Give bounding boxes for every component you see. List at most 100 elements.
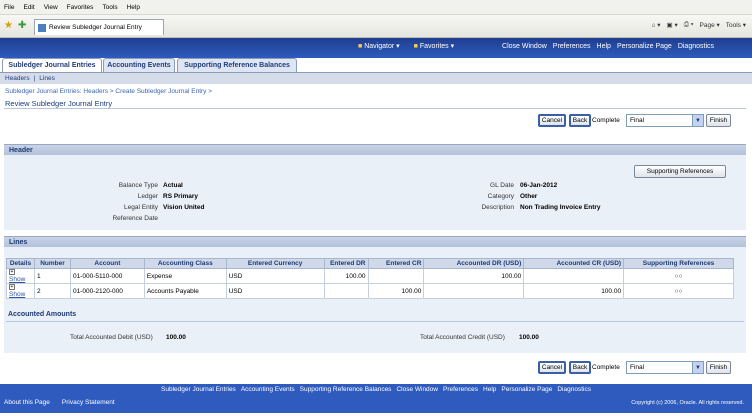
preferences-link[interactable]: Preferences (553, 43, 591, 50)
footer-link-help[interactable]: Help (483, 386, 496, 393)
expand-plus-icon[interactable]: + (9, 269, 15, 276)
footer-link-events[interactable]: Accounting Events (241, 386, 295, 393)
col-accounted-cr: Accounted CR (USD) (523, 258, 625, 269)
details-cell: +Show (6, 268, 35, 284)
footer-links: Subledger Journal Entries Accounting Eve… (0, 384, 752, 394)
breadcrumb[interactable]: Subledger Journal Entries: Headers > Cre… (5, 88, 212, 95)
footer-link-close[interactable]: Close Window (396, 386, 438, 393)
navigator-menu[interactable]: ■ Navigator ▾ (358, 42, 400, 50)
app-header: ■ Navigator ▾ ■ Favorites ▾ Close Window P… (0, 38, 752, 58)
supporting-references-icon[interactable]: ○○ (623, 283, 734, 299)
category-value: Other (520, 193, 538, 200)
footer-strip: About this Page Privacy Statement Copyri… (0, 394, 752, 413)
lines-table: Details Number Account Accounting Class … (6, 258, 734, 299)
line-entered-cr: 100.00 (367, 283, 425, 299)
personalize-page-link[interactable]: Personalize Page (617, 43, 672, 50)
total-credit-value: 100.00 (519, 334, 539, 341)
menu-help[interactable]: Help (127, 4, 140, 11)
supporting-references-icon[interactable]: ○○ (623, 268, 734, 284)
menu-file[interactable]: File (4, 4, 14, 11)
browser-tools: ⌂ ▾ ▣ ▾ ⎙ ▾ Page ▾ Tools ▾ (652, 21, 746, 29)
col-entered-cr: Entered CR (367, 258, 425, 269)
tab-accounting-events[interactable]: Accounting Events (103, 58, 175, 72)
balance-type-label: Balance Type (118, 182, 158, 189)
show-details-link[interactable]: Show (9, 276, 25, 283)
favorites-label: Favorites ▾ (419, 43, 455, 50)
line-currency: USD (225, 268, 325, 284)
col-supporting-references: Supporting References (623, 258, 734, 269)
footer-link-balances[interactable]: Supporting Reference Balances (300, 386, 392, 393)
line-acc-cr (523, 268, 625, 284)
menu-edit[interactable]: Edit (23, 4, 34, 11)
description-label: Description (481, 204, 514, 211)
subtab-lines[interactable]: Lines (39, 75, 55, 82)
subtab-headers[interactable]: Headers (5, 75, 30, 82)
close-window-link[interactable]: Close Window (502, 43, 547, 50)
page-favicon-icon (38, 23, 46, 32)
back-button-top[interactable]: Back (569, 114, 591, 127)
show-details-link[interactable]: Show (9, 291, 25, 298)
expand-plus-icon[interactable]: + (9, 284, 15, 291)
footer-link-diagnostics[interactable]: Diagnostics (557, 386, 591, 393)
print-icon[interactable]: ⎙ ▾ (684, 21, 694, 29)
line-class: Expense (143, 268, 227, 284)
line-entered-cr (367, 268, 425, 284)
browser-toolbar: ★ ✚ Review Subledger Journal Entry ⌂ ▾ ▣… (0, 15, 752, 38)
line-acc-dr (423, 283, 525, 299)
line-acc-dr: 100.00 (423, 268, 525, 284)
footer-link-personalize[interactable]: Personalize Page (501, 386, 552, 393)
reference-date-label: Reference Date (112, 215, 158, 222)
menu-view[interactable]: View (44, 4, 58, 11)
footer-link-subledger[interactable]: Subledger Journal Entries (161, 386, 236, 393)
favorites-menu[interactable]: ■ Favorites ▾ (414, 42, 454, 50)
table-row: +Show 2 01-000-2120-000 Accounts Payable… (6, 283, 734, 299)
home-icon[interactable]: ⌂ ▾ (652, 21, 661, 29)
tabs-row: Subledger Journal Entries Accounting Eve… (0, 58, 752, 72)
supporting-references-button[interactable]: Supporting References (634, 165, 726, 178)
privacy-link[interactable]: Privacy Statement (62, 399, 115, 406)
page-menu[interactable]: Page ▾ (700, 21, 720, 29)
menu-favorites[interactable]: Favorites (67, 4, 94, 11)
help-link[interactable]: Help (597, 43, 611, 50)
cancel-button-top[interactable]: Cancel (538, 114, 566, 127)
footer-left: About this Page Privacy Statement (4, 399, 115, 406)
browser-menubar: File Edit View Favorites Tools Help (0, 0, 752, 15)
cancel-button-bottom[interactable]: Cancel (538, 361, 566, 374)
tab-subledger-journal-entries[interactable]: Subledger Journal Entries (2, 58, 102, 72)
subtabs-row: Headers | Lines (0, 72, 752, 84)
gl-date-value: 06-Jan-2012 (520, 182, 558, 189)
tab-supporting-reference-balances[interactable]: Supporting Reference Balances (177, 58, 297, 72)
complete-select-value-bottom: Final (630, 364, 645, 371)
col-entered-currency: Entered Currency (225, 258, 325, 269)
global-links: Close Window Preferences Help Personaliz… (502, 43, 714, 50)
nav-menus: ■ Navigator ▾ ■ Favorites ▾ (358, 42, 454, 50)
complete-select-top[interactable]: Final ▼ (626, 114, 704, 127)
favorites-star-icon[interactable]: ★ (4, 20, 13, 31)
accounted-amounts-title: Accounted Amounts (8, 311, 77, 318)
details-cell: +Show (6, 283, 35, 299)
browser-tab[interactable]: Review Subledger Journal Entry (34, 19, 164, 35)
line-currency: USD (225, 283, 325, 299)
add-favorites-icon[interactable]: ✚ (18, 20, 26, 31)
feeds-icon[interactable]: ▣ ▾ (667, 21, 678, 29)
complete-label-bottom: Complete (592, 364, 620, 371)
diagnostics-link[interactable]: Diagnostics (678, 43, 714, 50)
ledger-label: Ledger (137, 193, 158, 200)
finish-button-top[interactable]: Finish (706, 114, 731, 127)
accounted-divider (6, 321, 744, 322)
navigator-label: Navigator ▾ (364, 43, 400, 50)
subtab-separator: | (33, 75, 36, 82)
line-account: 01-000-5110-000 (69, 268, 145, 284)
chevron-down-icon: ▼ (692, 362, 703, 373)
col-number: Number (33, 258, 71, 269)
back-button-bottom[interactable]: Back (569, 361, 591, 374)
footer-link-preferences[interactable]: Preferences (443, 386, 478, 393)
about-page-link[interactable]: About this Page (4, 399, 50, 406)
total-debit-value: 100.00 (166, 334, 186, 341)
line-number: 2 (33, 283, 71, 299)
description-value: Non Trading Invoice Entry (520, 204, 601, 211)
finish-button-bottom[interactable]: Finish (706, 361, 731, 374)
tools-menu[interactable]: Tools ▾ (726, 21, 746, 29)
complete-select-bottom[interactable]: Final ▼ (626, 361, 704, 374)
menu-tools[interactable]: Tools (102, 4, 117, 11)
